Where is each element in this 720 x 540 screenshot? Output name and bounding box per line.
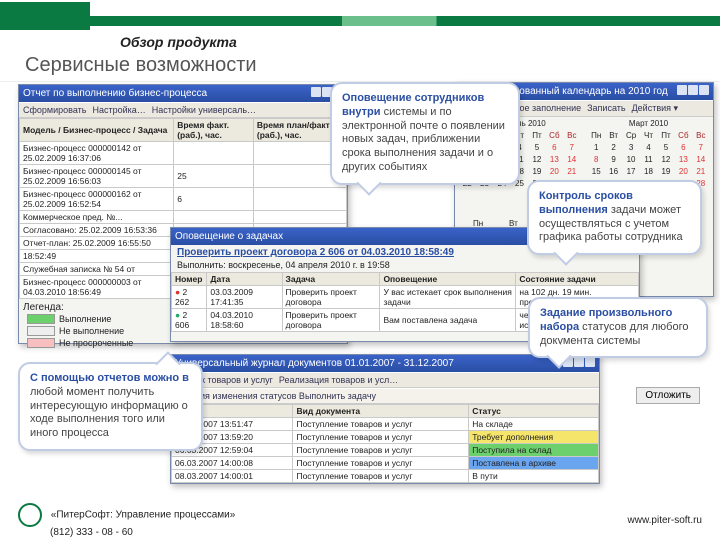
month-label: Март 2010	[586, 119, 711, 128]
table-row[interactable]: 06.03.2007 12:59:04Поступление товаров и…	[172, 444, 599, 457]
footer: «ПитерСофт: Управление процессами» (812)…	[0, 500, 720, 540]
table-row[interactable]: 06.03.2007 14:00:08Поступление товаров и…	[172, 457, 599, 470]
table-row[interactable]: 08.03.2007 14:00:01Поступление товаров и…	[172, 470, 599, 483]
col: Время факт. (раб.), час.	[174, 119, 254, 142]
window-journal: Универсальный журнал документов 01.01.20…	[170, 354, 600, 484]
legend-chip	[27, 314, 55, 324]
table-row[interactable]: 06.03.2007 13:51:47Поступление товаров и…	[172, 418, 599, 431]
table-row[interactable]: Бизнес-процесс 000000162 от 25.02.2009 1…	[20, 188, 347, 211]
journal-table: ДатаВид документаСтатус 06.03.2007 13:51…	[171, 404, 599, 483]
table-row[interactable]: Коммерческое пред. №...	[20, 211, 347, 224]
col: Модель / Бизнес-процесс / Задача	[20, 119, 174, 142]
bubble-deadline: Контроль сроков выполнения задачи может …	[527, 180, 702, 255]
logo-block	[0, 2, 90, 30]
legend-chip	[27, 326, 55, 336]
table-row[interactable]: 06.03.2007 13:59:20Поступление товаров и…	[172, 431, 599, 444]
header-stripe	[90, 16, 720, 26]
title-text: Оповещение о задачах	[175, 231, 283, 242]
window-controls[interactable]	[676, 85, 709, 98]
footer-company: «ПитерСофт: Управление процессами»	[51, 509, 236, 520]
page-title: Обзор продукта	[120, 34, 720, 50]
postpone-button[interactable]: Отложить	[636, 387, 700, 404]
report-toolbar: Сформировать Настройка… Настройки универ…	[19, 102, 347, 118]
toolbar-item[interactable]: Настройка…	[92, 105, 145, 115]
detail-header: История изменения статусов Выполнить зад…	[175, 391, 376, 401]
logo-icon	[18, 503, 42, 527]
toolbar-item[interactable]: Настройки универсаль…	[152, 105, 256, 115]
window-report-title[interactable]: Отчет по выполнению бизнес-процесса	[19, 85, 347, 102]
toolbar-item[interactable]: Сформировать	[23, 105, 86, 115]
footer-url: www.piter-soft.ru	[628, 515, 702, 526]
bubble-notify: Оповещение сотрудников внутри системы и …	[330, 82, 520, 185]
legend-chip	[27, 338, 55, 348]
title-text: Универсальный журнал документов 01.01.20…	[175, 358, 454, 369]
tab[interactable]: Реализация товаров и усл…	[279, 375, 398, 385]
toolbar-item[interactable]: Действия ▾	[632, 103, 678, 114]
page-subtitle: Сервисные возможности	[25, 54, 720, 77]
footer-phone: (812) 333 - 08 - 60	[50, 527, 133, 538]
stage: Отчет по выполнению бизнес-процесса Сфор…	[0, 81, 720, 501]
toolbar-item[interactable]: Записать	[587, 103, 625, 114]
table-row[interactable]: Бизнес-процесс 000000142 от 25.02.2009 1…	[20, 142, 347, 165]
header-bar	[0, 0, 720, 30]
bubble-statuses: Задание произвольного набора статусов дл…	[528, 297, 708, 358]
title-text: Отчет по выполнению бизнес-процесса	[23, 88, 207, 99]
table-row[interactable]: Бизнес-процесс 000000145 от 25.02.2009 1…	[20, 165, 347, 188]
bubble-reports: С помощью отчетов можно в любой момент п…	[18, 362, 203, 451]
